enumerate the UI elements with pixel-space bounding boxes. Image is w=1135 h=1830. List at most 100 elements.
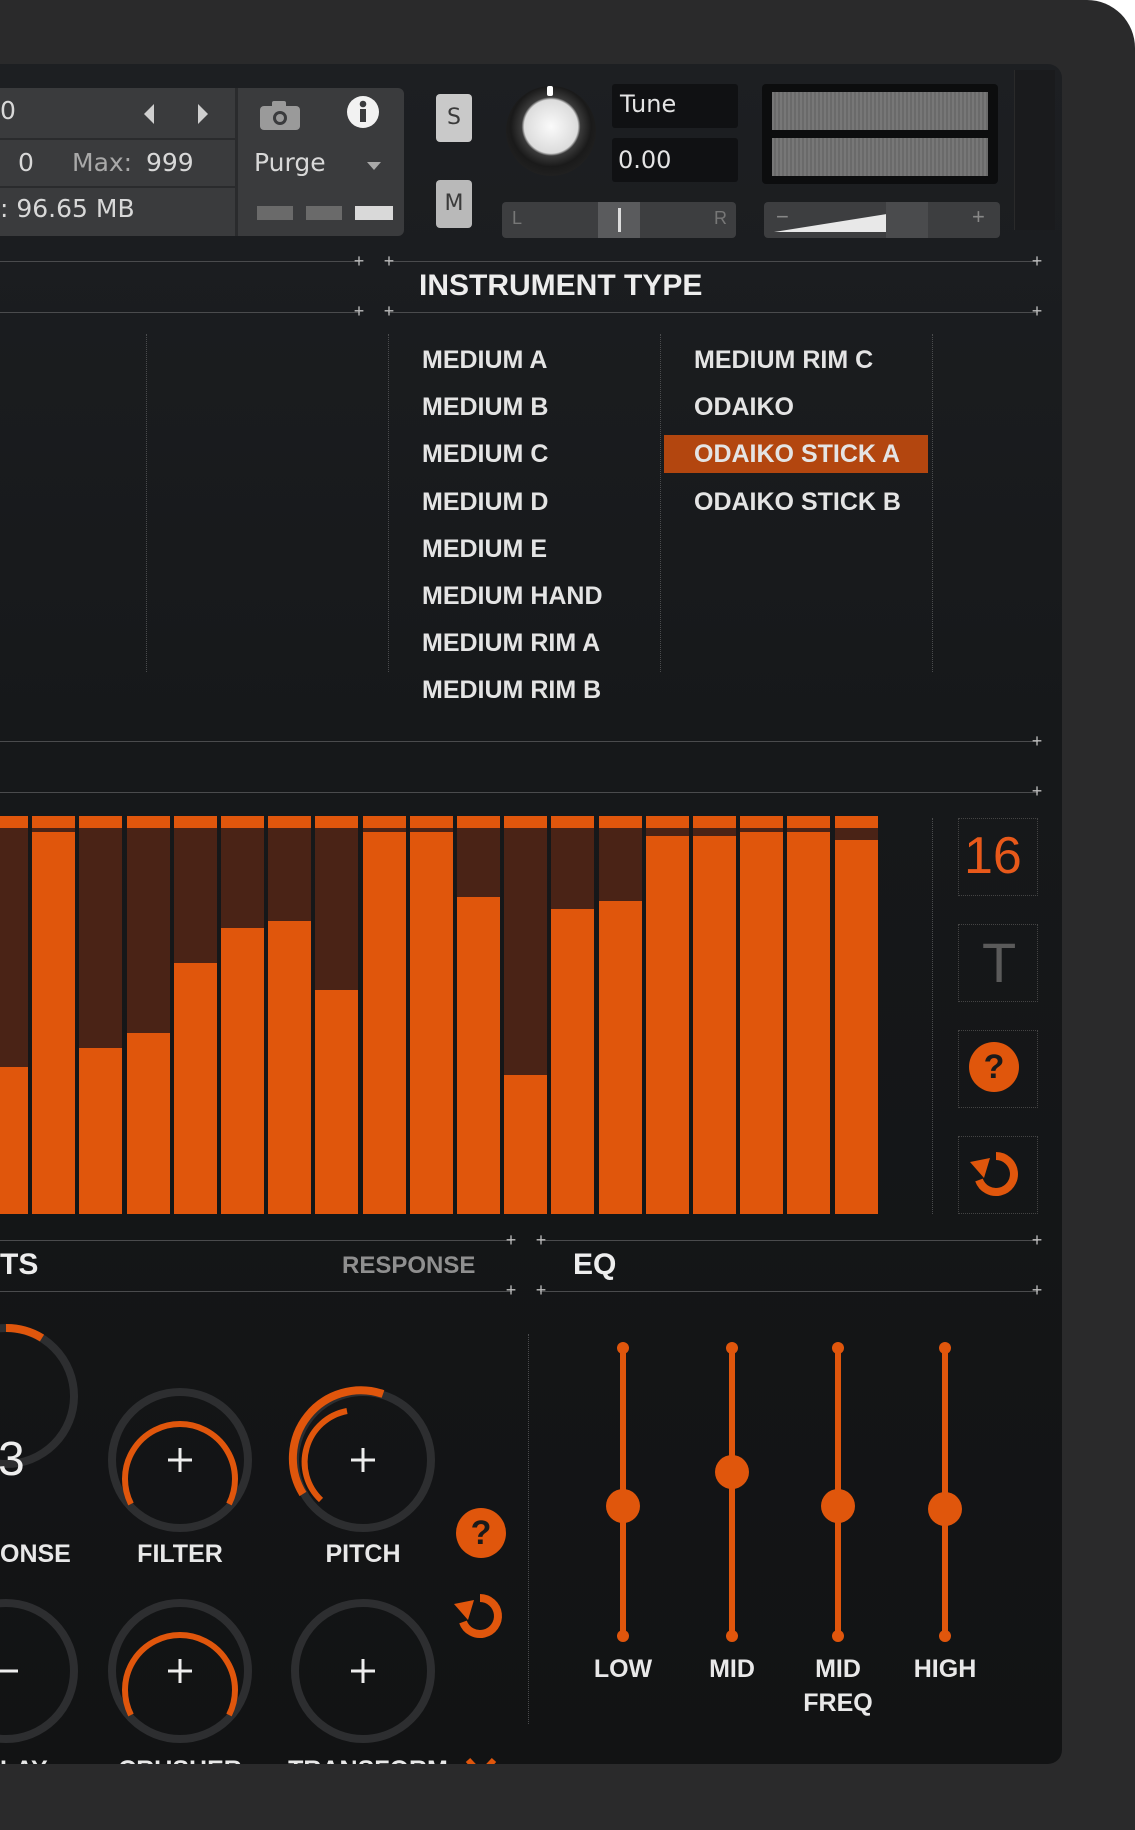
info-icon[interactable] — [345, 94, 381, 130]
sequencer-step-toggle[interactable] — [693, 816, 736, 828]
sequencer-step[interactable] — [457, 828, 500, 1214]
instrument-list-item[interactable]: MEDIUM RIM B — [422, 676, 601, 705]
response-label[interactable]: RESPONSE — [342, 1252, 475, 1280]
instrument-list-item[interactable]: MEDIUM B — [422, 393, 548, 422]
sequencer-step[interactable] — [0, 828, 28, 1214]
sequencer-step-level — [173, 963, 217, 1214]
eq-band-label: LOW — [593, 1655, 653, 1683]
sequencer-step[interactable] — [551, 828, 595, 1214]
sequencer-step-level — [834, 840, 878, 1214]
sequencer-step[interactable] — [268, 828, 312, 1214]
left-section-header — [0, 261, 360, 313]
eq-slider-end — [726, 1630, 738, 1642]
sequencer-step-toggle[interactable] — [409, 816, 453, 828]
sequencer-step-toggle[interactable] — [504, 816, 548, 828]
instrument-list-item[interactable]: MEDIUM A — [422, 346, 547, 375]
sequencer-step[interactable] — [693, 828, 736, 1214]
sequencer-step-toggle[interactable] — [551, 816, 595, 828]
instrument-list-item[interactable]: ODAIKO — [694, 393, 794, 422]
eq-slider-end — [726, 1342, 738, 1354]
sequencer-step[interactable] — [740, 828, 784, 1214]
sequencer-step[interactable] — [315, 828, 359, 1214]
sequencer-step-toggle[interactable] — [740, 816, 784, 828]
sequencer-step[interactable] — [645, 828, 689, 1214]
sequencer-step[interactable] — [32, 828, 76, 1214]
camera-icon[interactable] — [258, 98, 302, 132]
instrument-list-item[interactable]: MEDIUM D — [422, 488, 548, 517]
instrument-list-item[interactable]: MEDIUM RIM C — [694, 346, 873, 375]
sequencer-step-level — [457, 897, 500, 1214]
step-sequencer[interactable] — [0, 816, 886, 1214]
sequencer-step-toggle[interactable] — [598, 816, 642, 828]
instrument-list-item[interactable]: MEDIUM RIM A — [422, 629, 600, 658]
sequencer-step-toggle[interactable] — [362, 816, 406, 828]
purge-level-3[interactable] — [355, 206, 393, 220]
response-value: 3 — [0, 1433, 25, 1486]
purge-level-1[interactable] — [257, 206, 293, 220]
sequencer-step[interactable] — [834, 828, 878, 1214]
sequencer-step[interactable] — [409, 828, 453, 1214]
sequencer-step[interactable] — [362, 828, 406, 1214]
sequencer-step-toggle[interactable] — [221, 816, 264, 828]
mute-button[interactable]: M — [436, 180, 472, 228]
effects-reset-icon[interactable] — [452, 1588, 508, 1644]
instrument-list-item[interactable]: MEDIUM HAND — [422, 582, 603, 611]
solo-button[interactable]: S — [436, 94, 472, 142]
prev-arrow-icon[interactable] — [140, 102, 158, 126]
instrument-list-item[interactable]: MEDIUM C — [422, 440, 548, 469]
sequencer-step[interactable] — [787, 828, 831, 1214]
eq-slider-handle[interactable] — [606, 1489, 640, 1524]
tune-value[interactable]: 0.00 — [618, 146, 671, 174]
help-icon: ? — [969, 1042, 1019, 1092]
delay-knob[interactable] — [0, 1595, 82, 1747]
max-value[interactable]: 999 — [146, 148, 194, 177]
sequencer-step-level — [693, 836, 736, 1214]
sequencer-step-toggle[interactable] — [834, 816, 878, 828]
sequencer-step-toggle[interactable] — [173, 816, 217, 828]
sequencer-step[interactable] — [173, 828, 217, 1214]
sequencer-step-toggle[interactable] — [787, 816, 831, 828]
sequencer-step-toggle[interactable] — [126, 816, 170, 828]
sequencer-step-level — [0, 1067, 28, 1214]
sequencer-header — [0, 741, 1038, 793]
instrument-list-item[interactable]: ODAIKO STICK A — [694, 440, 900, 469]
tune-knob[interactable] — [506, 86, 596, 176]
pitch-knob[interactable] — [287, 1384, 439, 1536]
reset-icon — [970, 1152, 1018, 1196]
eq-slider-track[interactable] — [729, 1348, 735, 1636]
sequencer-step[interactable] — [221, 828, 264, 1214]
chevron-down-icon[interactable] — [365, 160, 383, 172]
transform-knob-label: TRANSFORM — [278, 1756, 458, 1764]
sequencer-step-toggle[interactable] — [268, 816, 312, 828]
sequencer-step[interactable] — [504, 828, 548, 1214]
eq-slider-handle[interactable] — [928, 1492, 962, 1527]
filter-knob[interactable] — [104, 1384, 256, 1536]
sequencer-step[interactable] — [79, 828, 123, 1214]
purge-button[interactable]: Purge — [254, 148, 326, 177]
sequencer-step-toggle[interactable] — [645, 816, 689, 828]
sequencer-step[interactable] — [126, 828, 170, 1214]
sequencer-step-level — [362, 832, 406, 1214]
next-arrow-icon[interactable] — [194, 102, 212, 126]
response-knob-label: ONSE — [0, 1540, 71, 1568]
sequencer-step-toggle[interactable] — [457, 816, 500, 828]
sequencer-step-level — [598, 901, 642, 1214]
sequencer-step-toggle[interactable] — [79, 816, 123, 828]
sequencer-step-level — [504, 1075, 548, 1214]
instrument-list-item[interactable]: ODAIKO STICK B — [694, 488, 901, 517]
crusher-knob[interactable] — [104, 1595, 256, 1747]
pitch-knob-label: PITCH — [325, 1540, 401, 1568]
transform-knob[interactable] — [287, 1595, 439, 1747]
volume-handle[interactable] — [886, 202, 928, 238]
instrument-list-item[interactable]: MEDIUM E — [422, 535, 547, 564]
effects-help-icon[interactable]: ? — [456, 1508, 506, 1558]
eq-slider-handle[interactable] — [821, 1489, 855, 1524]
sequencer-step[interactable] — [598, 828, 642, 1214]
sequencer-step-toggle[interactable] — [315, 816, 359, 828]
chevron-down-icon[interactable] — [464, 1756, 498, 1764]
sequencer-step-toggle[interactable] — [32, 816, 76, 828]
instrument-type-title: INSTRUMENT TYPE — [419, 269, 703, 302]
sequencer-step-toggle[interactable] — [0, 816, 28, 828]
eq-slider-handle[interactable] — [715, 1454, 749, 1489]
purge-level-2[interactable] — [306, 206, 342, 220]
